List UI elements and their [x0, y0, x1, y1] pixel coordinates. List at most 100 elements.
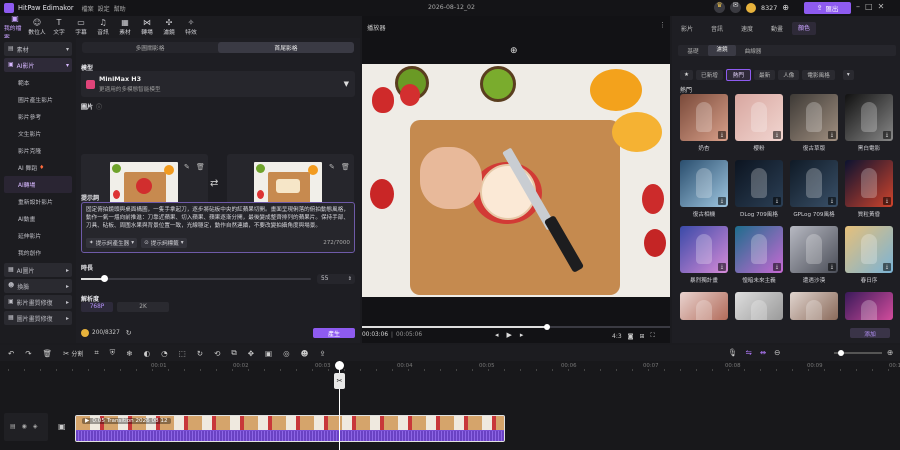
resolution-768p[interactable]: 768P	[81, 302, 113, 312]
text-to-speech-icon[interactable]: ▣	[265, 349, 272, 358]
filter-tile[interactable]: ⤓	[790, 226, 838, 273]
tab-audio[interactable]: ♫ 音訊	[92, 16, 114, 38]
filter-tab-cinematic[interactable]: 電影風格	[802, 70, 835, 80]
sidebar-item-text-to-video[interactable]: 文生影片	[0, 125, 76, 142]
duration-slider[interactable]	[81, 275, 311, 282]
tab-animation[interactable]: 動畫	[762, 24, 792, 33]
menu-help[interactable]: 幫助	[114, 4, 126, 13]
info-icon[interactable]: ⓘ	[96, 102, 102, 111]
zoom-in-icon[interactable]: ⊕	[887, 348, 893, 357]
filter-tile[interactable]: ⤓	[845, 226, 893, 273]
minimize-icon[interactable]: –	[856, 2, 860, 11]
play-icon[interactable]: ▶	[507, 331, 512, 339]
sidebar-item-my-creations[interactable]: 我的創作	[0, 244, 76, 261]
snap-icon[interactable]: ⇹	[760, 348, 766, 357]
sidebar-item-video-reference[interactable]: 影片參考	[0, 108, 76, 125]
refresh-icon[interactable]: ↻	[126, 329, 132, 337]
undo-icon[interactable]: ↶	[8, 349, 14, 358]
mirror-icon[interactable]: ⧉	[231, 348, 236, 358]
tab-text[interactable]: T 文字	[48, 16, 70, 38]
lock-icon[interactable]: ▤	[10, 423, 16, 430]
filter-tab-latest[interactable]: 最新	[754, 70, 776, 80]
sidebar-item-image-to-video[interactable]: 圖片產生影片	[0, 91, 76, 108]
tab-transitions[interactable]: ⋈ 轉場	[136, 16, 158, 38]
reverse-icon[interactable]: ⟲	[214, 349, 220, 358]
video-frame[interactable]	[362, 64, 670, 297]
sidebar-group-image-enhance[interactable]: ▦ 圖片畫質修復 ▸	[4, 311, 72, 325]
download-icon[interactable]: ⤓	[828, 197, 836, 205]
video-clip[interactable]: ▶ 0:05 Transition 2026 08 12	[75, 415, 505, 442]
tab-audio-props[interactable]: 音訊	[702, 24, 732, 33]
prompt-textarea[interactable]: 固定俯拍鏡頭與桌面構圖，一隻手拿起刀，逐步將砧板中央的紅蘋果切開。畫面呈現俐落的…	[81, 202, 355, 253]
tab-subtitles[interactable]: ▭ 字幕	[70, 16, 92, 38]
link-icon[interactable]: ⇋	[746, 348, 752, 357]
download-icon[interactable]: ⤓	[883, 197, 891, 205]
swap-icon[interactable]: ⇄	[210, 178, 218, 189]
sidebar-item-templates[interactable]: 範本	[0, 74, 76, 91]
playhead-handle[interactable]	[335, 361, 344, 370]
duration-slider-handle[interactable]	[101, 275, 108, 282]
split-button[interactable]: ✂ 分割	[63, 349, 83, 358]
tab-avatar[interactable]: ☺ 數位人	[26, 16, 48, 38]
zoom-slider-handle[interactable]	[838, 350, 844, 356]
filter-tile[interactable]: ⤓	[845, 160, 893, 207]
tab-multi-keyframe[interactable]: 多圖關影格	[82, 42, 218, 53]
visibility-icon[interactable]: ◉	[22, 423, 27, 430]
redo-icon[interactable]: ↷	[25, 349, 31, 358]
sidebar-item-redesign-video[interactable]: 重新設計影片	[0, 193, 76, 210]
generate-button[interactable]: 產生	[313, 328, 355, 338]
mute-icon[interactable]: ◈	[33, 423, 38, 430]
freeze-icon[interactable]: ❄	[126, 349, 132, 358]
shield-icon[interactable]: ⛨	[110, 348, 116, 358]
prompt-generator-button[interactable]: ✦ 提示詞產生器 ▾	[86, 238, 138, 248]
duration-input[interactable]: 55 ⇕	[317, 274, 355, 284]
menu-settings[interactable]: 設定	[98, 4, 110, 13]
tab-filters[interactable]: ✣ 濾鏡	[158, 16, 180, 38]
download-icon[interactable]: ⤓	[828, 263, 836, 271]
download-icon[interactable]: ⤓	[883, 263, 891, 271]
cover-icon[interactable]: ▣	[58, 422, 66, 431]
tab-media[interactable]: ▦ 素材	[114, 16, 136, 38]
grid-icon[interactable]: ⊞	[639, 333, 644, 340]
download-icon[interactable]: ⤓	[773, 197, 781, 205]
subtab-curves[interactable]: 曲線器	[736, 47, 770, 55]
mic-icon[interactable]: 🎙	[728, 348, 738, 357]
rotate-handle-icon[interactable]: ⊕	[510, 46, 518, 56]
playback-handle[interactable]	[543, 324, 550, 330]
next-frame-icon[interactable]: ▸	[520, 331, 524, 339]
message-icon[interactable]: ✉	[730, 2, 741, 13]
delete-icon[interactable]: 🗑	[43, 349, 53, 358]
tab-color[interactable]: 顏色	[792, 21, 816, 35]
filter-tile[interactable]: ⤓	[845, 94, 893, 141]
sidebar-group-face-swap[interactable]: ☻ 換臉 ▸	[4, 279, 72, 293]
zoom-slider[interactable]	[834, 350, 882, 356]
filter-tile[interactable]	[735, 292, 783, 320]
expand-tabs-icon[interactable]: ▾	[842, 70, 854, 80]
filter-tab-portrait[interactable]: 人像	[778, 70, 800, 80]
download-icon[interactable]: ⤓	[718, 197, 726, 205]
edit-icon[interactable]: ✎	[329, 163, 335, 171]
trash-icon[interactable]: 🗑	[196, 163, 205, 171]
snapshot-icon[interactable]: ◙	[628, 333, 634, 340]
filter-tile[interactable]	[845, 292, 893, 320]
filter-tile[interactable]: ⤓	[735, 160, 783, 207]
download-icon[interactable]: ⤓	[773, 263, 781, 271]
tab-speed[interactable]: 速度	[732, 24, 762, 33]
sidebar-group-video-enhance[interactable]: ▣ 影片畫質修復 ▸	[4, 295, 72, 309]
person-icon[interactable]: ☻	[301, 349, 309, 358]
filter-tile[interactable]: ⤓	[790, 160, 838, 207]
transform-icon[interactable]: ⬚	[179, 349, 186, 358]
crown-icon[interactable]: ♛	[714, 2, 725, 13]
subtab-filters[interactable]: 濾鏡	[708, 45, 736, 56]
maximize-icon[interactable]: □	[865, 2, 873, 11]
fullscreen-icon[interactable]: ⛶	[651, 332, 655, 340]
download-icon[interactable]: ⤓	[883, 131, 891, 139]
marker-icon[interactable]: ◐	[144, 349, 151, 358]
sidebar-item-ai-transition[interactable]: AI轉場	[4, 176, 72, 193]
playback-progress[interactable]	[362, 324, 670, 330]
sidebar-item-video-clone[interactable]: 影片克隆	[0, 142, 76, 159]
zoom-out-icon[interactable]: ⊖	[774, 348, 780, 357]
trash-icon[interactable]: 🗑	[341, 163, 350, 171]
tab-my-files[interactable]: ▣我的檔案	[4, 14, 26, 41]
more-icon[interactable]: ⋮	[659, 21, 666, 29]
